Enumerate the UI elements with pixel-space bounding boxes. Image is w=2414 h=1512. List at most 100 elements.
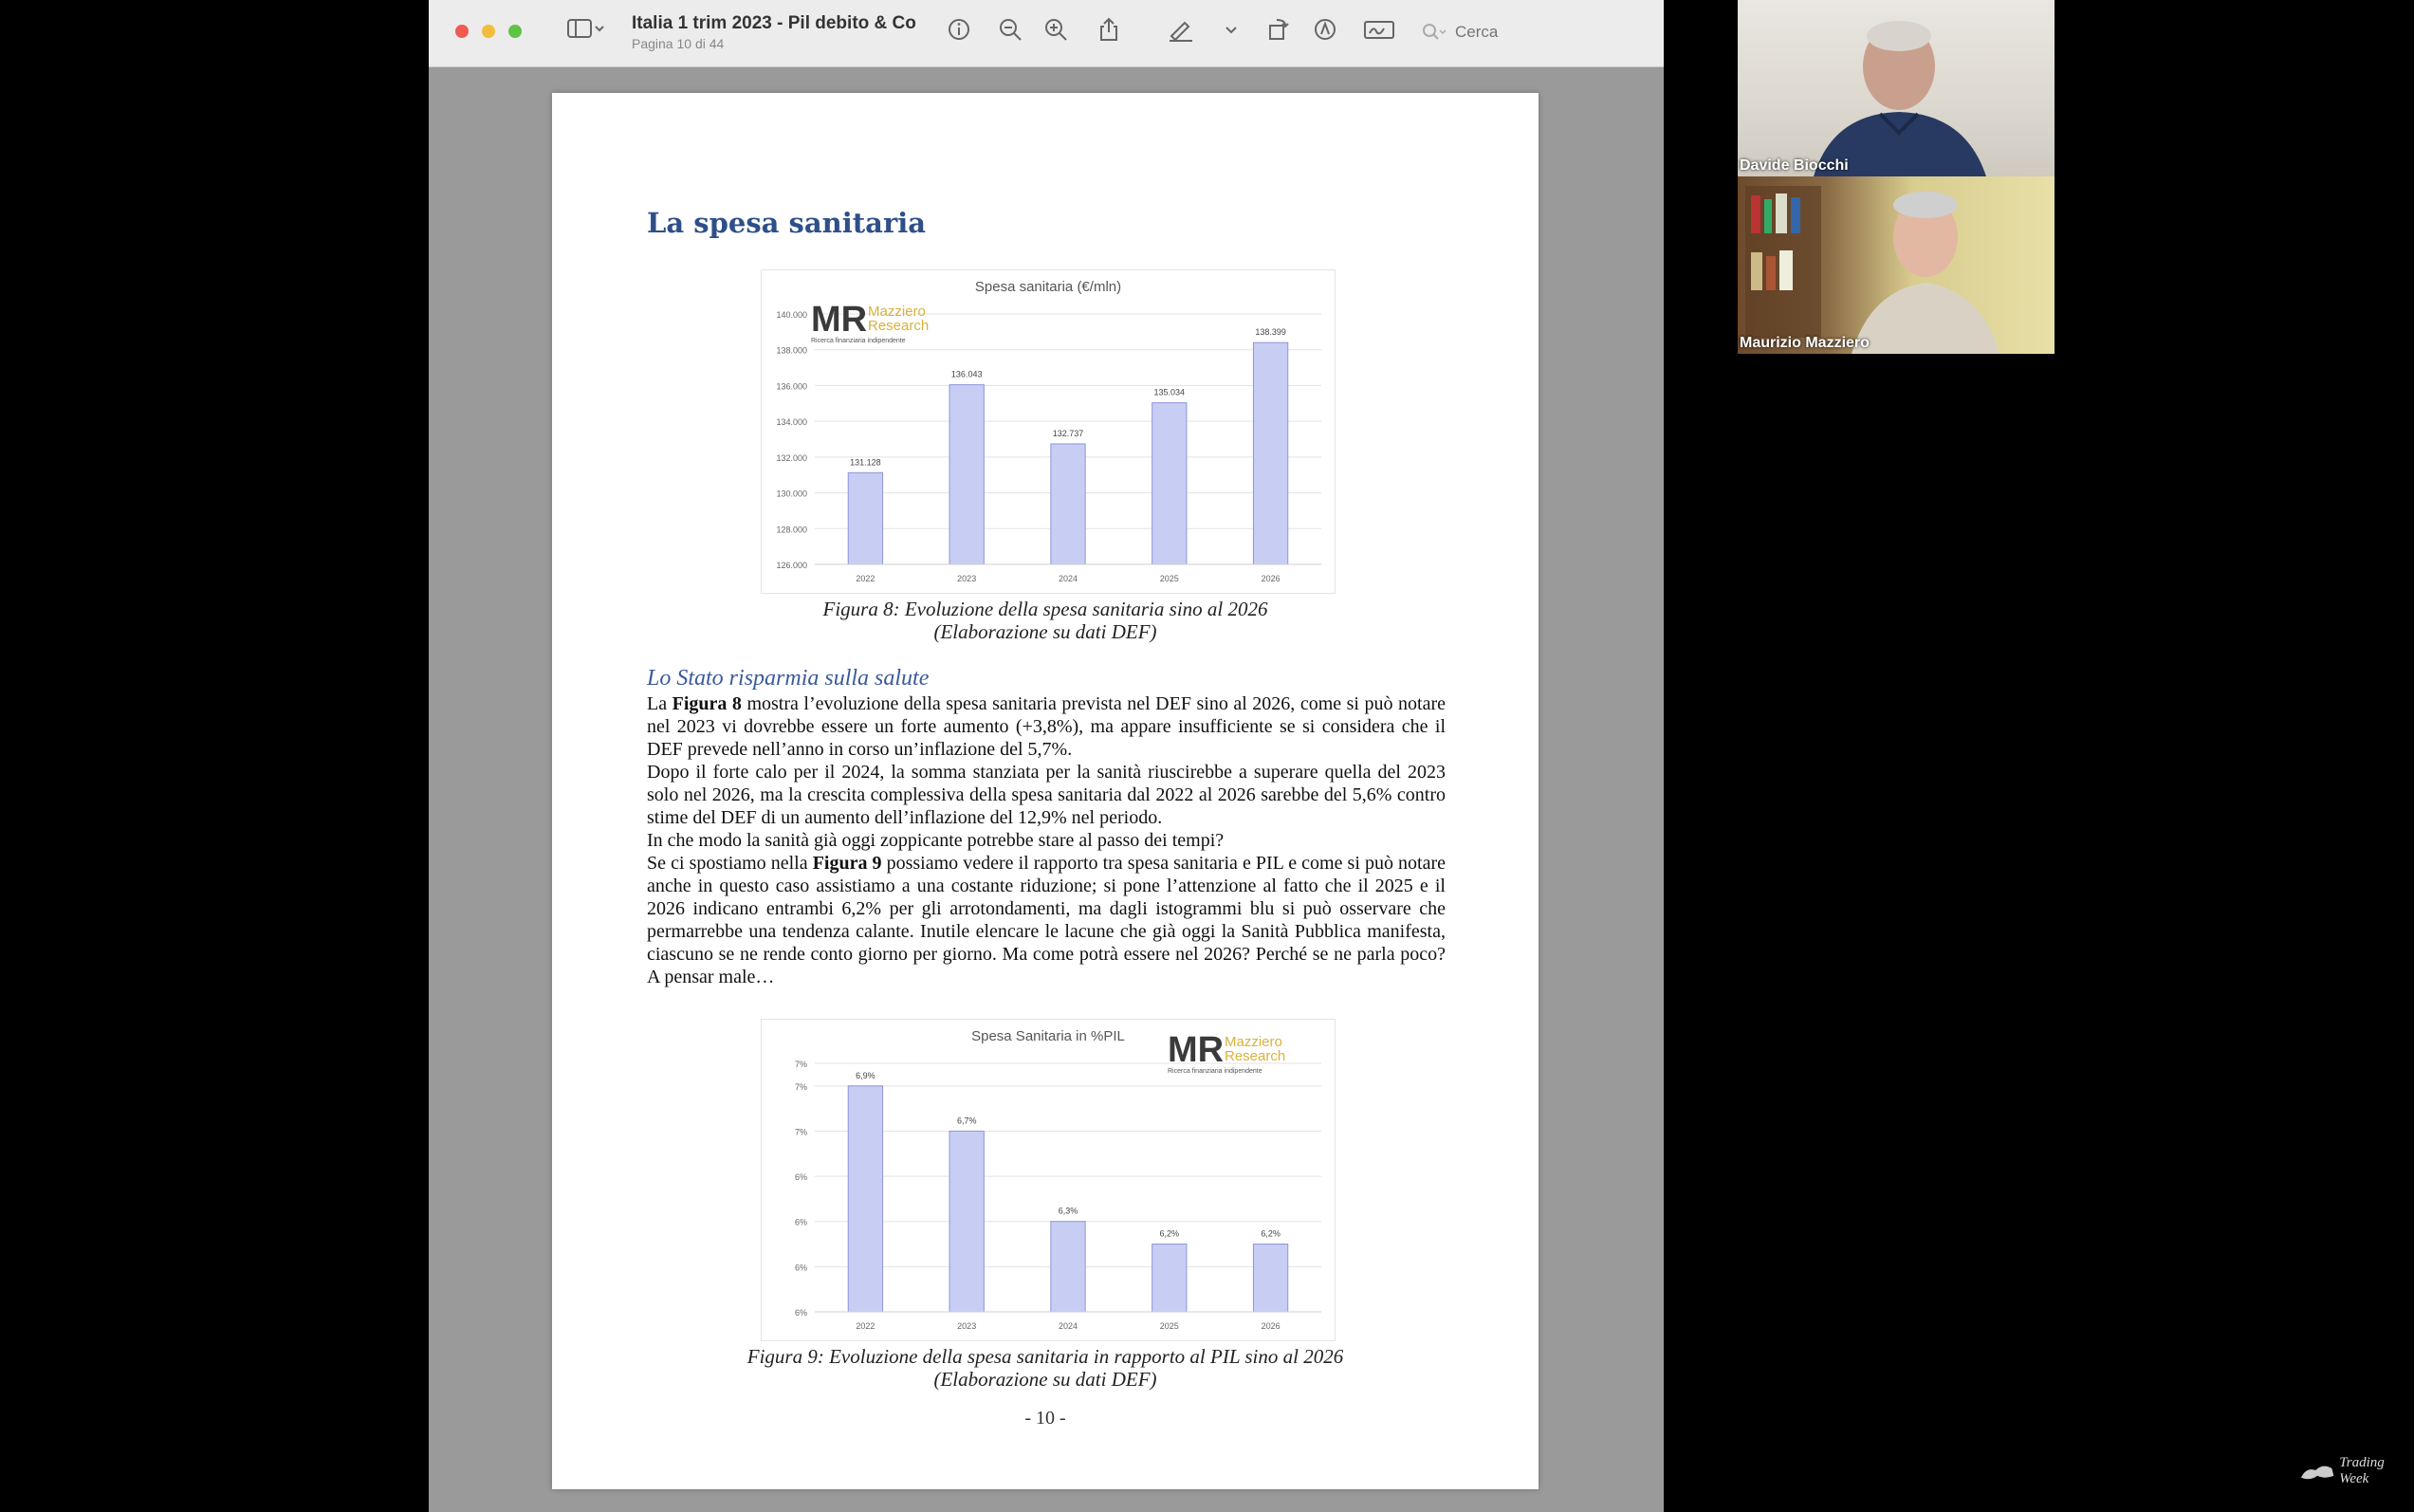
zoom-in-icon <box>1045 19 1067 41</box>
p4-text-pre: Se ci spostiamo nella <box>647 853 813 874</box>
sidebar-toggle-button[interactable] <box>562 17 609 46</box>
bar-2022 <box>847 1085 884 1313</box>
search-icon <box>1423 24 1447 40</box>
figure9-reference: Figura 9 <box>812 853 882 874</box>
logo-mark: MR <box>811 300 867 340</box>
paragraph-3: In che modo la sanità già oggi zoppicant… <box>647 830 1225 851</box>
logo-mark: MR <box>1168 1030 1224 1070</box>
search-field[interactable] <box>1421 19 1592 46</box>
data-label: 136.043 <box>951 370 983 379</box>
y-tick-label: 6% <box>795 1218 807 1227</box>
x-tick-label: 2026 <box>1262 574 1281 583</box>
y-tick-label: 126.000 <box>776 561 807 570</box>
x-tick-label: 2022 <box>856 574 875 583</box>
bar-2024 <box>1050 443 1086 565</box>
figure8-caption-line1: Figura 8: Evoluzione della spesa sanitar… <box>822 598 1268 620</box>
participant-2-name: Maurizio Mazziero <box>1740 335 1870 351</box>
data-label: 6,3% <box>1059 1207 1078 1216</box>
figure9-caption-line2: (Elaborazione su dati DEF) <box>933 1368 1157 1391</box>
logo-line2: Research <box>868 318 929 334</box>
info-icon <box>949 19 969 40</box>
y-tick-label: 6% <box>795 1308 807 1318</box>
logo-line2: Research <box>1225 1048 1285 1064</box>
bar-2024 <box>1050 1221 1086 1313</box>
paragraph-2: Dopo il forte calo per il 2024, la somma… <box>647 762 1446 828</box>
y-tick-label: 6% <box>795 1263 807 1272</box>
participant-1-name: Davide Biocchi <box>1740 157 1849 174</box>
data-label: 6,2% <box>1261 1229 1281 1239</box>
chart-title: Spesa sanitaria (€/mln) <box>975 279 1121 295</box>
y-tick-label: 7% <box>795 1060 807 1069</box>
y-tick-label: 140.000 <box>776 310 807 320</box>
y-tick-label: 7% <box>795 1127 807 1136</box>
trading-week-logo: Trading Week <box>2299 1455 2414 1487</box>
video-tile-participant-2[interactable]: Maurizio Mazziero <box>1738 176 2055 354</box>
figure9-caption-line1: Figura 9: Evoluzione della spesa sanitar… <box>746 1345 1344 1368</box>
x-tick-label: 2026 <box>1262 1321 1281 1331</box>
section-title: Lo Stato risparmia sulla salute <box>647 666 930 691</box>
bar-2025 <box>1152 402 1188 565</box>
logo-tagline: Ricerca finanziaria indipendente <box>1168 1068 1262 1075</box>
p1-text-post: mostra l’evoluzione della spesa sanitari… <box>647 693 1447 760</box>
document-title: Italia 1 trim 2023 - Pil debito & Co <box>632 13 916 33</box>
search-input[interactable] <box>1453 22 1580 43</box>
zoom-window-button[interactable] <box>508 25 522 38</box>
body-text: La Figura 8 mostra l’evoluzione della sp… <box>647 692 1446 988</box>
rotate-button[interactable] <box>1263 17 1292 46</box>
data-label: 6,2% <box>1160 1229 1180 1239</box>
y-tick-label: 136.000 <box>776 381 807 391</box>
figure8-caption-line2: (Elaborazione su dati DEF) <box>933 620 1157 643</box>
zoom-in-button[interactable] <box>1041 17 1070 46</box>
share-button[interactable] <box>1095 17 1123 46</box>
data-label: 132.737 <box>1053 429 1084 438</box>
y-tick-label: 138.000 <box>776 346 807 356</box>
figure8-svg: Spesa sanitaria (€/mln) 126.000 128.000 130… <box>776 279 1321 583</box>
x-tick-label: 2025 <box>1160 1321 1179 1331</box>
sign-button[interactable] <box>1360 17 1398 46</box>
paragraph-4: Se ci spostiamo nella Figura 9 possiamo … <box>647 852 1446 988</box>
p1-text-pre: La <box>647 693 673 714</box>
figure9-svg: Spesa Sanitaria in %PIL 6% 6% 6% 6% 7% 7% 7% 6,9… <box>795 1028 1321 1331</box>
zoom-out-button[interactable] <box>996 17 1024 46</box>
logo-tagline: Ricerca finanziaria indipendente <box>811 338 906 344</box>
info-button[interactable] <box>945 17 973 46</box>
markup-menu-button[interactable] <box>1222 17 1241 46</box>
bar-2023 <box>949 1130 985 1313</box>
mazziero-logo-8: MR MazzieroResearchRicerca finanziaria in… <box>811 300 929 344</box>
chevron-down-icon <box>1225 27 1237 34</box>
paragraph-1: La Figura 8 mostra l’evoluzione della sp… <box>647 692 1446 761</box>
data-label: 6,7% <box>957 1116 977 1125</box>
participant-2-avatar <box>1745 186 1999 354</box>
page-number: - 10 - <box>1024 1408 1066 1429</box>
mazziero-logo-9: MR MazzieroResearchRicerca finanziaria in… <box>1168 1030 1285 1075</box>
markup-button[interactable] <box>1167 17 1195 46</box>
bar-2026 <box>1252 1244 1289 1313</box>
rotate-icon <box>1269 19 1289 40</box>
y-tick-label: 7% <box>795 1082 807 1092</box>
y-tick-label: 134.000 <box>776 417 807 427</box>
x-tick-label: 2022 <box>856 1321 875 1331</box>
brand-name: Trading Week <box>2339 1455 2385 1486</box>
bar-2022 <box>847 471 884 565</box>
toolbar: Italia 1 trim 2023 - Pil debito & Co Pag… <box>429 0 1664 67</box>
x-tick-label: 2025 <box>1160 574 1179 583</box>
figure8-chart: Spesa sanitaria (€/mln) 126.000 128.000 130… <box>761 269 1336 594</box>
annotate-button[interactable] <box>1311 17 1339 46</box>
y-tick-label: 132.000 <box>776 453 807 463</box>
annotate-icon <box>1315 19 1336 40</box>
video-tile-participant-1[interactable]: Davide Biocchi <box>1738 0 2055 176</box>
x-tick-label: 2024 <box>1059 1321 1078 1331</box>
chart-title: Spesa Sanitaria in %PIL <box>971 1028 1125 1044</box>
x-tick-label: 2023 <box>957 1321 976 1331</box>
y-tick-label: 130.000 <box>776 489 807 499</box>
minimize-window-button[interactable] <box>482 25 495 38</box>
signature-icon <box>1364 21 1394 39</box>
pen-icon <box>1170 21 1192 42</box>
zoom-out-icon <box>1000 19 1022 41</box>
pdf-page: La spesa sanitaria Spesa sanitaria (€/ml… <box>552 93 1539 1489</box>
data-label: 138.399 <box>1255 327 1286 337</box>
close-window-button[interactable] <box>455 25 469 38</box>
figure9-chart: Spesa Sanitaria in %PIL 6% 6% 6% 6% 7% 7% 7% 6,9… <box>761 1019 1336 1341</box>
page-indicator: Pagina 10 di 44 <box>632 36 725 51</box>
page-heading: La spesa sanitaria <box>647 207 927 239</box>
